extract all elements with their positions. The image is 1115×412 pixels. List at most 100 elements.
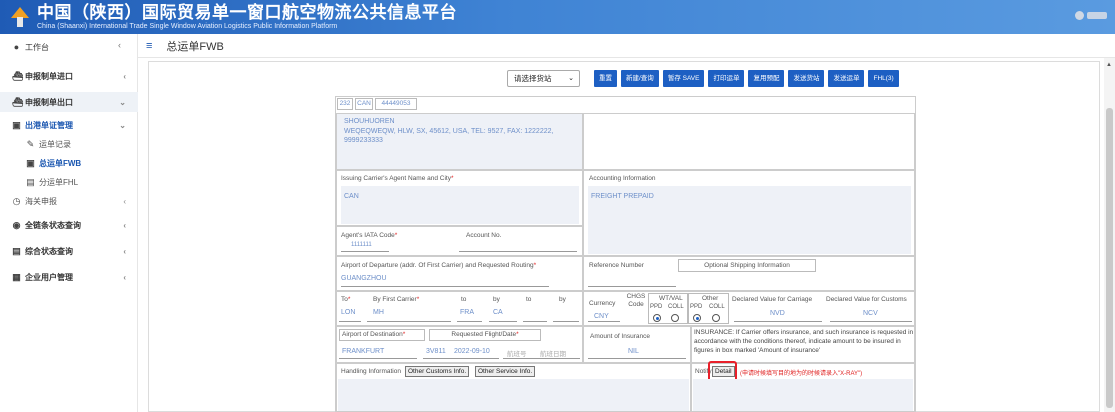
iata-code-field[interactable]: [341, 251, 389, 252]
wtval-coll-radio[interactable]: [671, 314, 679, 322]
chevron-left-icon: ‹: [123, 272, 126, 282]
scrollbar[interactable]: ▲: [1104, 58, 1115, 412]
account-no-field[interactable]: [459, 251, 577, 252]
reference-section: Reference Number Optional Shipping Infor…: [583, 256, 915, 291]
by3-label: by: [559, 296, 566, 303]
other-ppd-radio[interactable]: [693, 314, 701, 322]
chevron-down-icon: ⌄: [119, 120, 126, 130]
other-coll-radio[interactable]: [712, 314, 720, 322]
sidebar-item-general-status[interactable]: ▤ 综合状态查询 ‹: [0, 241, 138, 261]
by2-field[interactable]: [489, 321, 517, 322]
sidebar-item-customs[interactable]: ◷ 海关申报 ‹: [0, 191, 138, 211]
by-first-field[interactable]: [367, 321, 451, 322]
avatar: [1075, 11, 1084, 20]
agent-name-section: Issuing Carrier's Agent Name and City* C…: [336, 170, 583, 226]
sidebar-collapse-chevron-icon[interactable]: ‹: [118, 40, 121, 50]
sidebar-item-fhl[interactable]: ▤ 分运单FHL: [0, 172, 138, 192]
sidebar-item-chain-status[interactable]: ◉ 全链条状态查询 ‹: [0, 215, 138, 235]
currency-value: CNY: [594, 313, 609, 320]
ship-icon: ⛴: [12, 96, 24, 107]
carriage-label: Declared Value for Carriage: [732, 296, 813, 303]
to-label: To: [341, 296, 348, 303]
by-first-label: By First Carrier: [373, 296, 417, 303]
wtval-ppd-radio[interactable]: [653, 314, 661, 322]
breadcrumb-bar: ≡ 总运单FWB: [138, 34, 1115, 58]
sidebar-item-label: 申报制单出口: [25, 97, 73, 107]
destination-field[interactable]: [339, 358, 417, 359]
handling-field[interactable]: [338, 379, 689, 411]
flight2-field[interactable]: [503, 358, 580, 359]
flight2-date-placeholder: 航班日期: [540, 351, 566, 358]
menu-icon[interactable]: ≡: [146, 40, 152, 52]
send-station-button[interactable]: 发送货站: [788, 70, 825, 87]
insurance-note: INSURANCE: If Carrier offers insurance, …: [694, 329, 914, 354]
sidebar-item-label: 工作台: [25, 42, 49, 52]
account-no-label: Account No.: [466, 232, 502, 239]
new-query-button[interactable]: 新建/查询: [621, 70, 659, 87]
logo-icon: [9, 6, 31, 28]
by-first-value: MH: [373, 309, 384, 316]
flight-number-value: 3V811: [426, 348, 446, 355]
customs-value-field[interactable]: [830, 321, 912, 322]
reset-button[interactable]: 重置: [594, 70, 617, 87]
shipper-textarea[interactable]: SHOUHUOREN WEQEQWEQW, HLW, SX, 45612, US…: [336, 113, 583, 170]
other-ppd-label: PPD: [690, 304, 703, 310]
station-select[interactable]: 请选择货站 ⌄: [507, 70, 580, 87]
wtval-group: WT/VAL PPD COLL: [648, 293, 688, 324]
other-service-info-button[interactable]: Other Service Info.: [475, 366, 536, 377]
agent-name-field[interactable]: CAN: [341, 186, 579, 224]
departure-field[interactable]: [341, 286, 549, 287]
to2-label: to: [461, 296, 467, 303]
flight-field[interactable]: [423, 358, 499, 359]
carriage-value: NVD: [770, 310, 785, 317]
user-menu[interactable]: [1075, 11, 1107, 20]
other-coll-label: COLL: [709, 304, 725, 310]
to2-value: FRA: [460, 309, 474, 316]
insurance-field[interactable]: [588, 358, 686, 359]
reference-label: Reference Number: [589, 262, 644, 269]
sidebar: ● 工作台 ⛴ 申报制单进口 ‹ ⛴ 申报制单出口 ⌄ ▣ 出港单证管理 ⌄ ✎…: [0, 34, 138, 412]
scrollbar-thumb[interactable]: [1106, 108, 1113, 408]
destination-section: Airport of Destination* Requested Flight…: [336, 326, 583, 363]
fhl-button[interactable]: FHL(3): [868, 70, 899, 87]
currency-field[interactable]: [588, 321, 620, 322]
other-label: Other: [702, 295, 719, 302]
detail-button[interactable]: Detail: [712, 366, 735, 377]
carriage-field[interactable]: [734, 321, 822, 322]
sidebar-item-waybill-record[interactable]: ✎ 运单记录: [0, 134, 138, 154]
sidebar-item-label: 海关申报: [25, 196, 57, 206]
sidebar-item-label: 综合状态查询: [25, 246, 73, 256]
reuse-button[interactable]: 复用预配: [748, 70, 785, 87]
awb-prefix-field[interactable]: 232: [337, 98, 353, 110]
destination-label: Airport of Destination*: [339, 329, 425, 341]
save-button[interactable]: 暂存 SAVE: [662, 70, 705, 87]
detail-hint: (申请时候填写目的地为的时候请录入"X-RAY"): [740, 371, 863, 377]
agent-name-value: CAN: [344, 193, 359, 200]
to3-field[interactable]: [523, 321, 547, 322]
sidebar-item-label: 企业用户管理: [25, 272, 73, 282]
toolbar: 请选择货站 ⌄ 重置 新建/查询 暂存 SAVE 打印运单 复用预配 发送货站 …: [507, 70, 903, 87]
awb-airport-field[interactable]: CAN: [355, 98, 373, 110]
other-customs-info-button[interactable]: Other Customs Info.: [405, 366, 470, 377]
chevron-left-icon: ‹: [123, 196, 126, 206]
accounting-field[interactable]: FREIGHT PREPAID: [588, 186, 911, 254]
awb-number-field[interactable]: 44449053: [375, 98, 417, 110]
user-name-placeholder: [1087, 12, 1107, 19]
to-field[interactable]: [339, 321, 361, 322]
sidebar-item-outbound-docs[interactable]: ▣ 出港单证管理 ⌄: [0, 115, 138, 135]
by3-field[interactable]: [553, 321, 579, 322]
sidebar-item-fwb[interactable]: ▣ 总运单FWB: [0, 153, 138, 173]
insurance-label: Amount of Insurance: [590, 333, 650, 340]
iata-code-value: 1111111: [351, 242, 372, 248]
to2-field[interactable]: [457, 321, 482, 322]
notify-field[interactable]: [693, 379, 913, 411]
scroll-up-icon[interactable]: ▲: [1106, 62, 1112, 68]
sidebar-item-enterprise-users[interactable]: ▦ 企业用户管理 ‹: [0, 267, 138, 287]
insurance-section: Amount of Insurance NIL: [583, 326, 691, 363]
sidebar-item-export[interactable]: ⛴ 申报制单出口 ⌄: [0, 92, 138, 112]
send-waybill-button[interactable]: 发送运单: [828, 70, 865, 87]
sidebar-item-import[interactable]: ⛴ 申报制单进口 ‹: [0, 66, 138, 86]
print-button[interactable]: 打印运单: [708, 70, 745, 87]
sidebar-item-label: 运单记录: [39, 139, 71, 149]
reference-field[interactable]: [588, 286, 676, 287]
